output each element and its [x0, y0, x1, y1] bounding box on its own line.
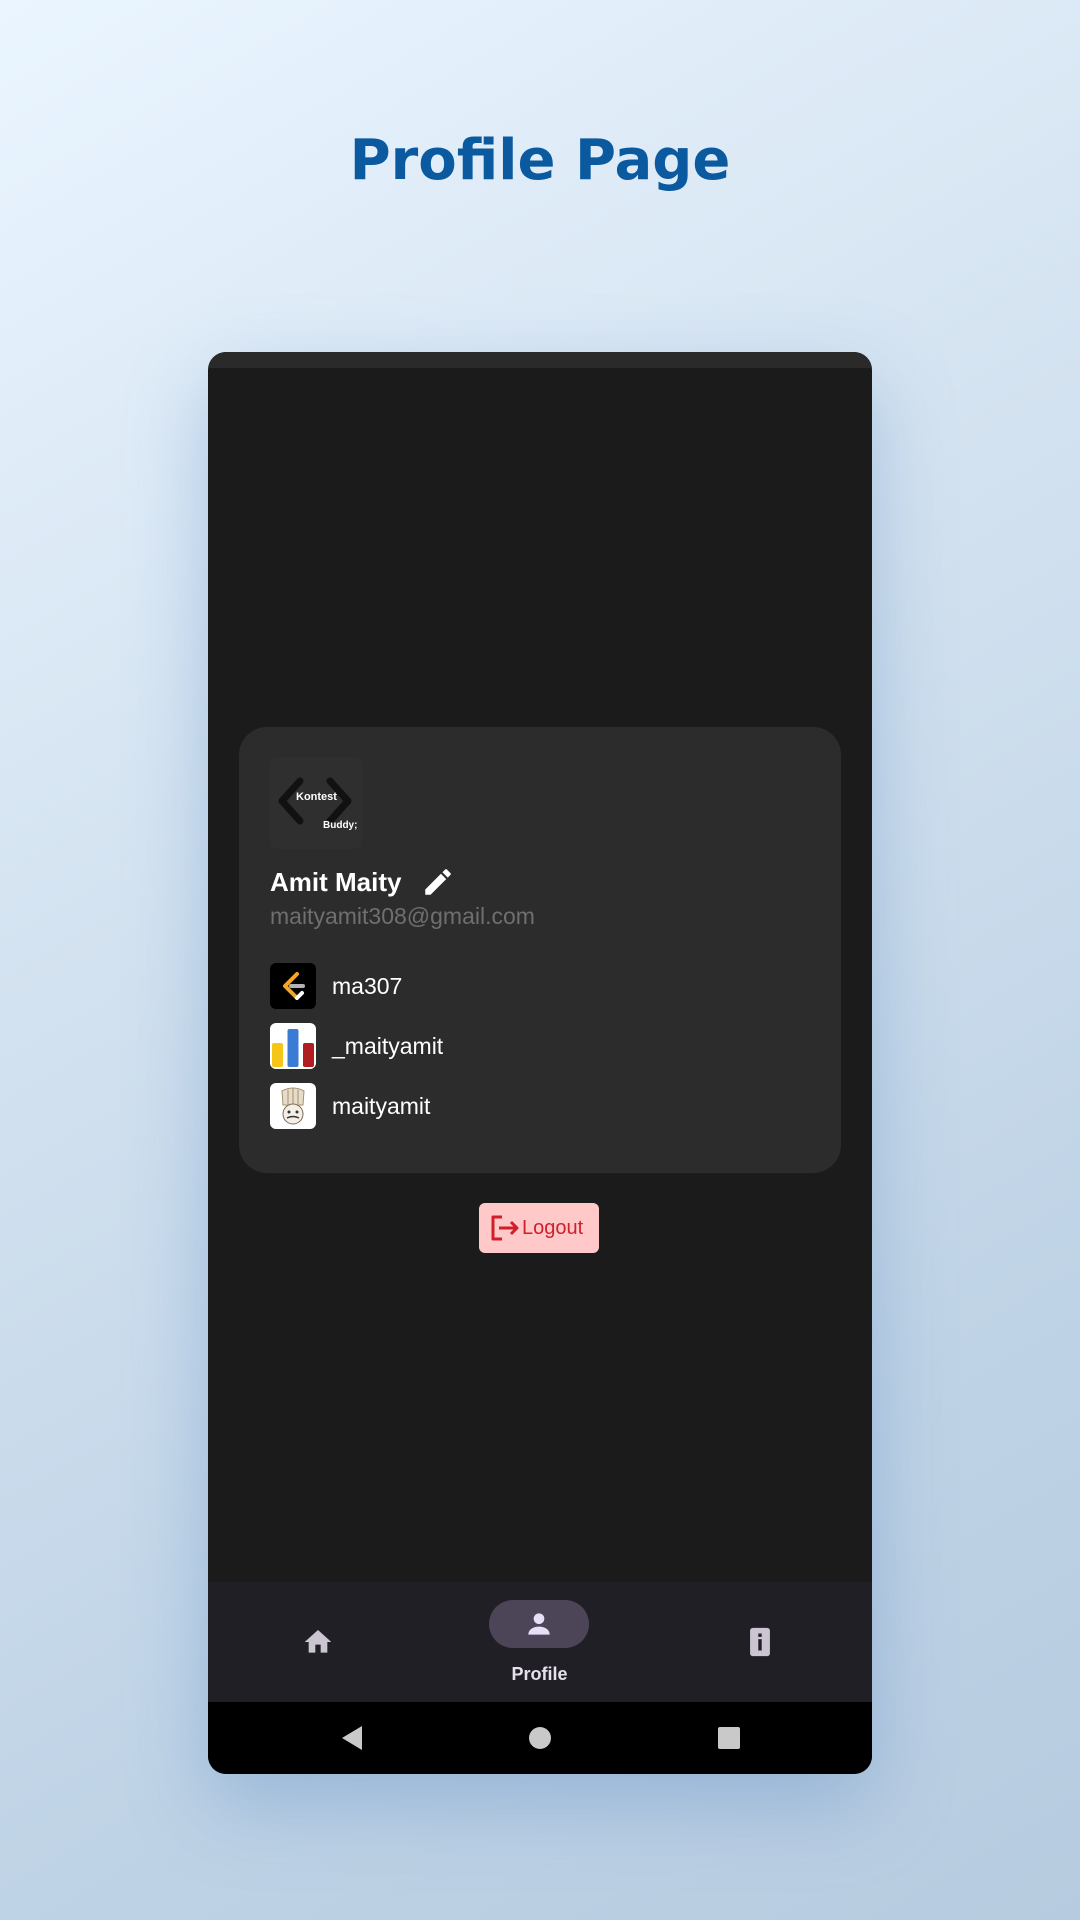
recents-icon[interactable] — [716, 1725, 742, 1751]
info-icon — [750, 1627, 770, 1657]
handle-codeforces-username: _maityamit — [332, 1032, 444, 1059]
edit-pencil-icon[interactable] — [421, 865, 455, 899]
person-icon — [528, 1613, 550, 1635]
home-icon — [304, 1630, 332, 1653]
handle-leetcode-username: ma307 — [332, 972, 403, 999]
logo-text-bottom: Buddy; — [323, 820, 358, 831]
nav-item-info[interactable] — [650, 1582, 871, 1702]
status-bar — [208, 352, 872, 368]
logout-label: Logout — [522, 1216, 584, 1239]
phone-frame: Kontest Buddy; Amit Maity maityamit308@g… — [208, 352, 872, 1774]
handle-leetcode: ma307 — [270, 963, 402, 1009]
profile-email: maityamit308@gmail.com — [270, 903, 535, 929]
nav-active-indicator — [489, 1600, 589, 1648]
codechef-icon — [270, 1083, 316, 1129]
system-navigation-bar — [208, 1702, 872, 1774]
page-title: Profile Page — [349, 128, 731, 193]
nav-item-home[interactable] — [208, 1582, 429, 1702]
logout-icon — [491, 1215, 519, 1241]
name-row: Amit Maity — [270, 865, 455, 899]
logo-text-top: Kontest — [296, 791, 337, 803]
codeforces-icon — [270, 1023, 316, 1069]
profile-card: Kontest Buddy; Amit Maity maityamit308@g… — [239, 727, 841, 1173]
handle-codechef-username: maityamit — [332, 1092, 431, 1119]
leetcode-icon — [270, 963, 316, 1009]
nav-item-profile[interactable]: Profile — [429, 1582, 650, 1702]
code-brackets-icon — [278, 777, 352, 825]
handle-codechef: maityamit — [270, 1083, 430, 1129]
home-circle-icon[interactable] — [527, 1725, 553, 1751]
logout-button[interactable]: Logout — [479, 1203, 599, 1253]
profile-name: Amit Maity — [270, 866, 402, 897]
handle-codeforces: _maityamit — [270, 1023, 443, 1069]
back-icon[interactable] — [338, 1723, 368, 1753]
app-logo: Kontest Buddy; — [270, 757, 362, 849]
bottom-navigation: Profile — [208, 1582, 872, 1702]
nav-label-profile: Profile — [511, 1664, 568, 1684]
